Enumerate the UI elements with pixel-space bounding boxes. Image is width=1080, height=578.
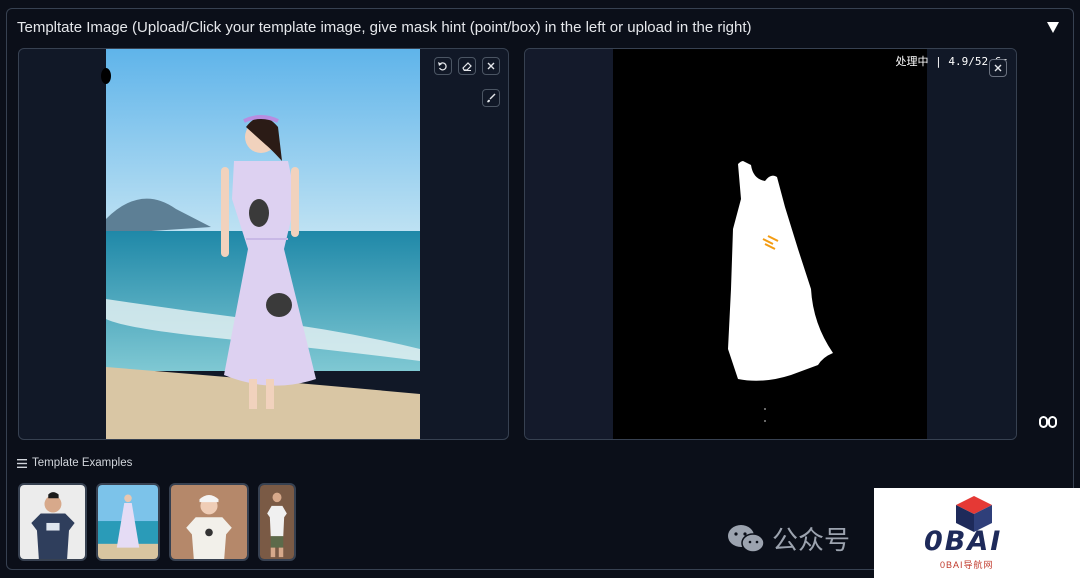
example-thumb-4[interactable] (258, 483, 296, 561)
examples-label: Template Examples (32, 457, 133, 469)
mask-right-strip (927, 49, 1016, 439)
template-photo[interactable] (106, 49, 420, 439)
example-thumb-2[interactable] (96, 483, 160, 561)
woman-beach-dress-image (98, 485, 158, 559)
logo-text: 0BAI (924, 526, 1003, 557)
examples-header: Template Examples (17, 457, 132, 469)
collapse-triangle-icon[interactable] (1045, 19, 1061, 35)
mask-left-strip (525, 49, 613, 439)
undo-button[interactable] (434, 57, 452, 75)
list-icon (17, 458, 27, 468)
mask-output-editor[interactable]: 处理中 | 4.9/52.6s (524, 48, 1017, 440)
man-white-tshirt-image (260, 485, 294, 559)
example-thumb-3[interactable] (169, 483, 249, 561)
wechat-watermark: 公众号 (726, 520, 850, 557)
close-icon (487, 62, 495, 70)
undo-icon (438, 62, 447, 71)
panel-title: Templtate Image (Upload/Click your templ… (17, 19, 752, 36)
obai-logo: 0BAI 0BAI导航网 (874, 488, 1080, 578)
logo-subtext: 0BAI导航网 (940, 560, 994, 570)
example-thumb-1[interactable] (18, 483, 87, 561)
clear-mask-button[interactable] (989, 59, 1007, 77)
close-icon (994, 64, 1002, 72)
dress-mask-image (728, 161, 833, 422)
mask-canvas (613, 49, 927, 439)
brush-button[interactable] (482, 89, 500, 107)
template-image-editor[interactable] (18, 48, 509, 440)
hint-dot (101, 68, 111, 84)
wechat-icon (728, 524, 765, 553)
wechat-text: 公众号 (772, 525, 851, 555)
template-image-panel: Templtate Image (Upload/Click your templ… (6, 8, 1074, 570)
eraser-button[interactable] (458, 57, 476, 75)
woman-white-tshirt-image (171, 485, 247, 559)
man-navy-tshirt-image (20, 485, 85, 559)
clear-button[interactable] (482, 57, 500, 75)
brush-icon (487, 93, 496, 103)
eraser-icon (462, 62, 472, 71)
infinity-icon[interactable] (1039, 415, 1057, 429)
